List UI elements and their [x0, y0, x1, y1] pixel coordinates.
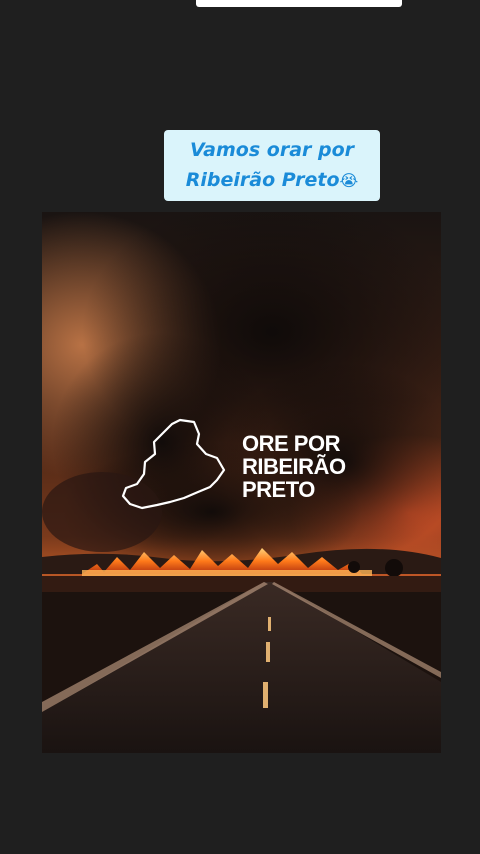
post-headline-line-2: RIBEIRÃO	[242, 454, 346, 479]
caption-line-2: Ribeirão Preto😭	[164, 165, 380, 196]
caption-line-2-text: Ribeirão Preto	[185, 169, 340, 191]
caption-sticker[interactable]: Vamos orar por Ribeirão Preto😭	[164, 130, 380, 201]
post-headline-line-1: ORE POR	[242, 431, 340, 456]
caption-line-1: Vamos orar por	[189, 139, 355, 161]
post-headline-line-3: PRETO	[242, 477, 315, 502]
story-viewer: Vamos orar por Ribeirão Preto😭 ORE POR R…	[0, 0, 480, 854]
post-headline: ORE POR RIBEIRÃO PRETO	[242, 432, 346, 501]
shared-post-image[interactable]: ORE POR RIBEIRÃO PRETO	[42, 212, 441, 753]
crying-emoji-icon: 😭	[339, 171, 359, 190]
top-overlay-bar	[196, 0, 402, 7]
